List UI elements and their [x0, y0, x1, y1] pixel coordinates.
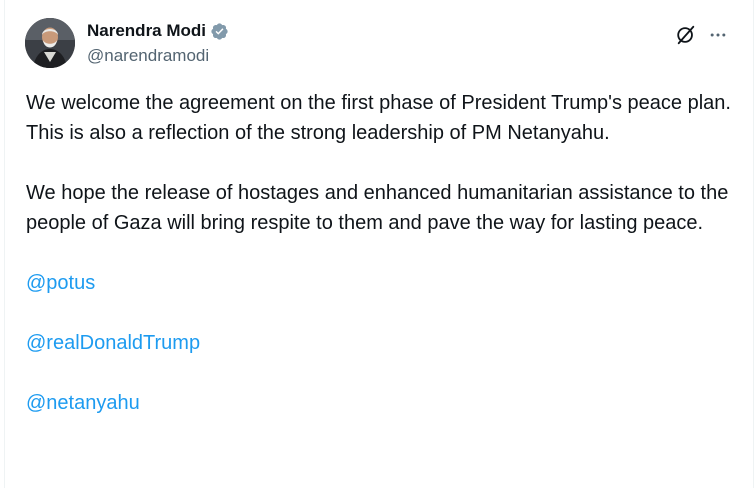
author-display-name[interactable]: Narendra Modi: [87, 21, 206, 41]
post-text: We welcome the agreement on the first ph…: [26, 88, 741, 418]
avatar[interactable]: [25, 18, 75, 68]
author-handle[interactable]: @narendramodi: [87, 46, 229, 66]
mention-realdonaldtrump[interactable]: @realDonaldTrump: [26, 328, 200, 358]
more-icon[interactable]: [703, 20, 733, 50]
author-names: Narendra Modi @narendramodi: [87, 20, 229, 66]
verified-badge-icon: [210, 22, 229, 41]
avatar-image: [25, 18, 75, 68]
post-paragraph: We hope the release of hostages and enha…: [26, 182, 729, 234]
post-card: Narendra Modi @narendramodi We welcome t…: [4, 0, 754, 488]
grok-icon[interactable]: [671, 20, 701, 50]
post-actions: [671, 20, 733, 50]
mention-netanyahu[interactable]: @netanyahu: [26, 388, 140, 418]
post-header: Narendra Modi @narendramodi: [25, 18, 733, 70]
post-paragraph: We welcome the agreement on the first ph…: [26, 92, 731, 144]
mention-potus[interactable]: @potus: [26, 268, 95, 298]
